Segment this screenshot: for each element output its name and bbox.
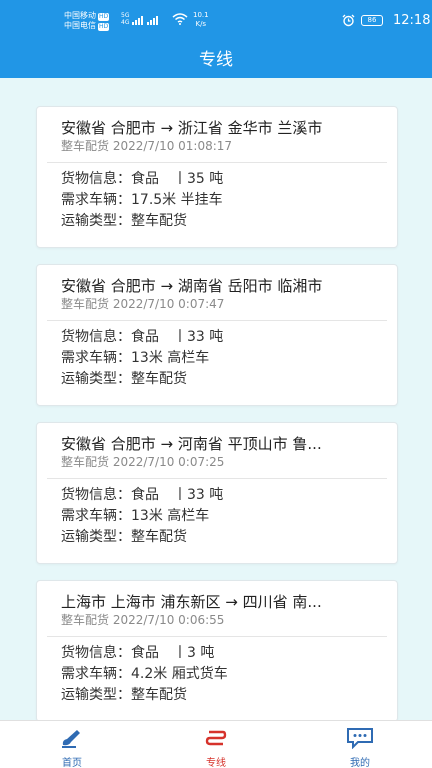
transport-label: 运输类型： [61, 371, 131, 387]
cargo-value: 食品 丨33 吨 [131, 487, 224, 503]
network-type: 5G 4G [121, 12, 130, 26]
carrier-info: 中国移动 HD 中国电信 HD [64, 11, 110, 31]
alarm-icon [342, 14, 355, 27]
vehicle-label: 需求车辆： [61, 666, 131, 682]
route-card[interactable]: 上海市 上海市 浦东新区 → 四川省 南... 整车配货 2022/7/10 0… [36, 580, 398, 722]
route-card[interactable]: 安徽省 合肥市 → 浙江省 金华市 兰溪市 整车配货 2022/7/10 01:… [36, 106, 398, 248]
vehicle-label: 需求车辆： [61, 192, 131, 208]
cargo-value: 食品 丨3 吨 [131, 645, 215, 661]
chat-bubble-icon [347, 728, 373, 750]
carrier-2: 中国电信 [64, 21, 96, 30]
route-subtitle: 整车配货 2022/7/10 0:07:47 [61, 297, 225, 311]
vehicle-value: 17.5米 半挂车 [131, 192, 223, 208]
vehicle-value: 13米 高栏车 [131, 508, 210, 524]
card-info: 货物信息：食品 丨33 吨 需求车辆：13米 高栏车 运输类型：整车配货 [37, 321, 397, 390]
vehicle-label: 需求车辆： [61, 350, 131, 366]
route-list[interactable]: 安徽省 合肥市 → 浙江省 金华市 兰溪市 整车配货 2022/7/10 01:… [36, 106, 398, 738]
transport-label: 运输类型： [61, 213, 131, 229]
signal-icon [132, 14, 158, 25]
transport-value: 整车配货 [131, 687, 187, 703]
cargo-label: 货物信息： [61, 171, 131, 187]
route-subtitle: 整车配货 2022/7/10 0:07:25 [61, 455, 225, 469]
transport-label: 运输类型： [61, 687, 131, 703]
status-bar: 中国移动 HD 中国电信 HD 5G 4G 10.1 K/s 86 12:18 [0, 0, 432, 40]
tab-mine-label: 我的 [350, 758, 370, 768]
card-info: 货物信息：食品 丨35 吨 需求车辆：17.5米 半挂车 运输类型：整车配货 [37, 163, 397, 232]
transport-value: 整车配货 [131, 213, 187, 229]
cargo-value: 食品 丨35 吨 [131, 171, 224, 187]
hd-badge: HD [98, 23, 110, 31]
cargo-label: 货物信息： [61, 329, 131, 345]
route-subtitle: 整车配货 2022/7/10 01:08:17 [61, 139, 233, 153]
cargo-label: 货物信息： [61, 645, 131, 661]
route-icon [205, 730, 227, 746]
page-title: 专线 [199, 50, 233, 70]
tab-routes-label: 专线 [206, 758, 226, 768]
transport-value: 整车配货 [131, 371, 187, 387]
transport-value: 整车配货 [131, 529, 187, 545]
wifi-icon [172, 13, 188, 25]
cargo-value: 食品 丨33 吨 [131, 329, 224, 345]
vehicle-value: 13米 高栏车 [131, 350, 210, 366]
tab-home[interactable]: 首页 [42, 727, 102, 768]
route-card[interactable]: 安徽省 合肥市 → 河南省 平顶山市 鲁... 整车配货 2022/7/10 0… [36, 422, 398, 564]
tab-routes[interactable]: 专线 [186, 727, 246, 768]
home-pen-icon [62, 730, 80, 748]
bottom-tab-bar: 首页 专线 我的 [0, 720, 432, 768]
status-time: 12:18 [393, 13, 431, 28]
hd-badge: HD [98, 13, 110, 21]
carrier-1: 中国移动 [64, 11, 96, 20]
app-header: 中国移动 HD 中国电信 HD 5G 4G 10.1 K/s 86 12:18 专 [0, 0, 432, 78]
network-speed: 10.1 K/s [193, 11, 209, 28]
card-info: 货物信息：食品 丨33 吨 需求车辆：13米 高栏车 运输类型：整车配货 [37, 479, 397, 548]
tab-home-label: 首页 [62, 758, 82, 768]
route-text: 安徽省 合肥市 → 湖南省 岳阳市 临湘市 [61, 277, 323, 295]
card-info: 货物信息：食品 丨3 吨 需求车辆：4.2米 厢式货车 运输类型：整车配货 [37, 637, 397, 706]
transport-label: 运输类型： [61, 529, 131, 545]
vehicle-value: 4.2米 厢式货车 [131, 666, 228, 682]
route-card[interactable]: 安徽省 合肥市 → 湖南省 岳阳市 临湘市 整车配货 2022/7/10 0:0… [36, 264, 398, 406]
battery-icon: 86 [361, 15, 383, 26]
cargo-label: 货物信息： [61, 487, 131, 503]
vehicle-label: 需求车辆： [61, 508, 131, 524]
route-text: 上海市 上海市 浦东新区 → 四川省 南... [61, 593, 322, 611]
tab-mine[interactable]: 我的 [330, 727, 390, 768]
route-text: 安徽省 合肥市 → 浙江省 金华市 兰溪市 [61, 119, 323, 137]
route-subtitle: 整车配货 2022/7/10 0:06:55 [61, 613, 225, 627]
route-text: 安徽省 合肥市 → 河南省 平顶山市 鲁... [61, 435, 322, 453]
